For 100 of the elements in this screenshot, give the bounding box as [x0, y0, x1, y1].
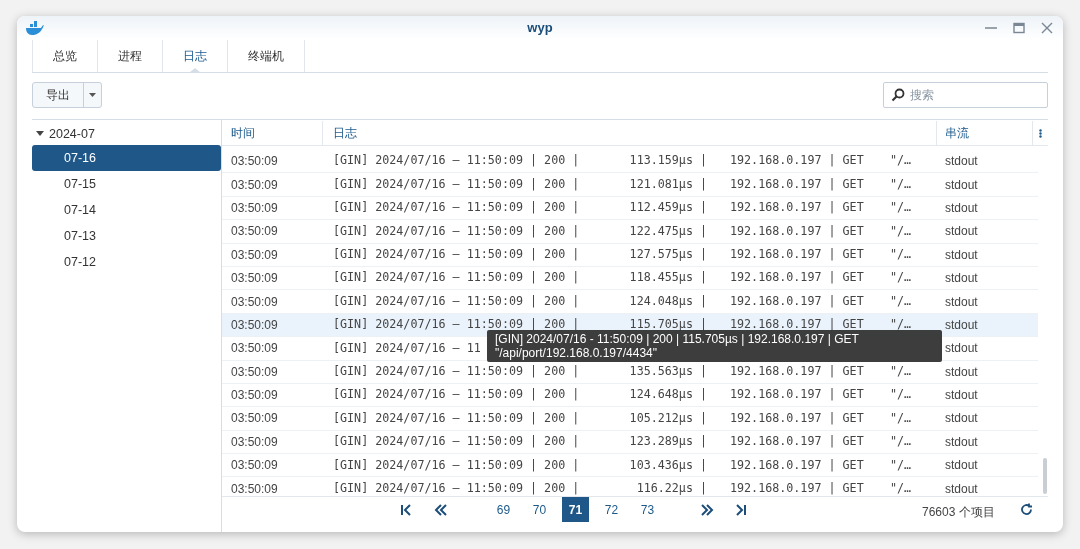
table-cell-text: 03:50:09 [230, 270, 279, 288]
log-text: "/… [890, 409, 912, 427]
table-cell-text: stdout [944, 480, 978, 496]
log-text: 124.048µs | [628, 292, 707, 310]
table-cell-text: stdout [944, 316, 978, 334]
page-button[interactable]: 69 [490, 497, 517, 522]
log-text: "/… [890, 479, 912, 496]
caret-icon [89, 93, 96, 97]
table-row[interactable]: 03:50:09 [GIN] 2024/07/16 – 11:50:09 | 200 | 103.436µs | 192.168.0.197 | GET "/… stdout [222, 454, 1038, 478]
table-cell-text: 03:50:09 [230, 176, 279, 194]
log-text: [GIN] 2024/07/16 – 11:50:09 | 200 | [333, 175, 581, 193]
log-text: 135.563µs | [628, 362, 707, 380]
log-text: 121.081µs | [628, 175, 707, 193]
log-text: [GIN] 2024/07/16 – 11:50:09 | 200 | [333, 433, 581, 451]
table-row[interactable]: 03:50:09 [GIN] 2024/07/16 – 11:50:09 | 200 | 122.475µs | 192.168.0.197 | GET "/… stdout [222, 220, 1038, 244]
tab[interactable]: 终端机 [227, 40, 305, 72]
log-text: [GIN] 2024/07/16 – 11:50:09 | 200 | [333, 479, 581, 496]
search-field[interactable]: 搜索 [883, 82, 1048, 108]
tree-item[interactable]: 07-12 [32, 249, 221, 275]
tree-item[interactable]: 2024-07 [49, 124, 95, 144]
log-text: 123.289µs | [628, 433, 707, 451]
table-cell-text: stdout [944, 246, 978, 264]
table-row[interactable]: 03:50:09 [GIN] 2024/07/16 – 11:50:09 | 200 | 105.212µs | 192.168.0.197 | GET "/… stdout [222, 407, 1038, 431]
whale-icon [25, 21, 45, 35]
log-text: 192.168.0.197 | GET [729, 199, 865, 217]
tab[interactable]: 进程 [97, 40, 162, 72]
log-text: "/… [890, 175, 912, 193]
tree-item[interactable]: 07-16 [32, 145, 221, 171]
column-menu-icon[interactable] [1039, 128, 1042, 138]
page-button[interactable]: 70 [526, 497, 553, 522]
log-text: 192.168.0.197 | GET [729, 433, 865, 451]
table-cell-text: stdout [944, 270, 978, 288]
previous-pages-icon[interactable] [434, 503, 448, 517]
log-text: 103.436µs | [628, 456, 707, 474]
table-cell-text: stdout [944, 223, 978, 241]
maximize-icon[interactable] [1013, 22, 1025, 34]
log-text: 192.168.0.197 | GET [729, 222, 865, 240]
refresh-icon[interactable] [1020, 503, 1033, 516]
table-cell-text: stdout [944, 340, 978, 358]
table-cell-text: stdout [944, 433, 978, 451]
scrollbar[interactable] [1043, 458, 1047, 494]
log-text: 105.212µs | [628, 409, 707, 427]
log-text: [GIN] 2024/07/16 – 11:50:09 | 200 | [333, 152, 581, 170]
column-header[interactable]: 日志 [323, 121, 937, 145]
page-button[interactable]: 72 [598, 497, 625, 522]
tree-item[interactable]: 07-13 [32, 223, 221, 249]
table-cell-text: 03:50:09 [230, 246, 279, 264]
table-cell-text: 03:50:09 [230, 387, 279, 405]
table-cell-text: stdout [944, 153, 978, 171]
table-cell-text: 03:50:09 [230, 340, 279, 358]
log-text: [GIN] 2024/07/16 – 11:50:09 | 200 | [333, 292, 581, 310]
page-button[interactable]: 73 [634, 497, 661, 522]
log-text: 192.168.0.197 | GET [729, 246, 865, 263]
table-row[interactable]: 03:50:09 [GIN] 2024/07/16 – 11:50:09 | 200 | 127.575µs | 192.168.0.197 | GET "/… stdout [222, 243, 1038, 267]
column-header[interactable]: 串流 [937, 121, 1033, 145]
column-header[interactable]: 时间 [222, 121, 323, 145]
table-row[interactable]: 03:50:09 [GIN] 2024/07/16 – 11:50:09 | 200 | 124.648µs | 192.168.0.197 | GET "/… stdout [222, 383, 1038, 408]
log-text: "/… [890, 362, 912, 380]
log-text: 192.168.0.197 | GET [729, 269, 865, 287]
table-cell-text: 03:50:09 [230, 457, 279, 475]
log-text: 192.168.0.197 | GET [729, 456, 865, 474]
log-text: "/… [890, 292, 912, 310]
tree-item[interactable]: 07-14 [32, 197, 221, 223]
table-row[interactable]: 03:50:09 [GIN] 2024/07/16 – 11:50:09 | 200 | 113.159µs | 192.168.0.197 | GET "/… stdout [222, 150, 1038, 174]
table-cell-text: 03:50:09 [230, 199, 279, 217]
table-cell-text: 03:50:09 [230, 223, 279, 241]
log-text: [GIN] 2024/07/16 – 11:50:09 | 200 | [333, 456, 581, 474]
log-text: "/… [890, 386, 912, 404]
log-text: 116.22µs | [635, 479, 707, 496]
close-icon[interactable] [1041, 22, 1053, 34]
log-text: [GIN] 2024/07/16 – 11:50:09 | 200 | [333, 362, 581, 380]
table-row[interactable]: 03:50:09 [GIN] 2024/07/16 – 11:50:09 | 200 | 112.459µs | 192.168.0.197 | GET "/… stdout [222, 196, 1038, 221]
log-text: 122.475µs | [628, 222, 707, 240]
caret-icon[interactable] [36, 131, 44, 136]
log-text: "/… [890, 152, 912, 170]
tree-item[interactable]: 07-15 [32, 171, 221, 197]
log-text: 113.159µs | [628, 152, 707, 170]
table-cell-text: 03:50:09 [230, 363, 279, 381]
log-text: [GIN] 2024/07/16 – 11:50:09 | 200 | [333, 246, 581, 263]
page-button[interactable]: 71 [562, 497, 589, 522]
log-text: "/… [890, 246, 912, 263]
tab[interactable]: 日志 [162, 40, 227, 72]
table-cell-text: stdout [944, 176, 978, 194]
log-text: 192.168.0.197 | GET [729, 386, 865, 404]
table-row[interactable]: 03:50:09 [GIN] 2024/07/16 – 11:50:09 | 200 | 124.048µs | 192.168.0.197 | GET "/… stdout [222, 290, 1038, 314]
table-row[interactable]: 03:50:09 [GIN] 2024/07/16 – 11:50:09 | 200 | 121.081µs | 192.168.0.197 | GET "/… stdout [222, 173, 1038, 197]
tab[interactable]: 总览 [32, 40, 97, 72]
log-text: 112.459µs | [628, 199, 707, 217]
log-text: 118.455µs | [628, 269, 707, 287]
window-title: wyp [527, 19, 553, 38]
table-row[interactable]: 03:50:09 [GIN] 2024/07/16 – 11:50:09 | 200 | 123.289µs | 192.168.0.197 | GET "/… stdout [222, 430, 1038, 455]
table-row[interactable]: 03:50:09 [GIN] 2024/07/16 – 11:50:09 | 200 | 118.455µs | 192.168.0.197 | GET "/… stdout [222, 266, 1038, 291]
tooltip: [GIN] 2024/07/16 - 11:50:09 | 200 | 115.705µs | 192.168.0.197 | GET "/api/port/192.168.0.197/4434" [487, 330, 942, 362]
next-pages-icon[interactable] [700, 503, 714, 517]
log-text: [GIN] 2024/07/16 – 11:50:09 | 200 | [333, 222, 581, 240]
table-cell-text: stdout [944, 363, 978, 381]
first-page-icon[interactable] [399, 503, 413, 517]
table-cell-text: 03:50:09 [230, 410, 279, 428]
last-page-icon[interactable] [734, 503, 748, 517]
log-text: 192.168.0.197 | GET [729, 479, 865, 496]
